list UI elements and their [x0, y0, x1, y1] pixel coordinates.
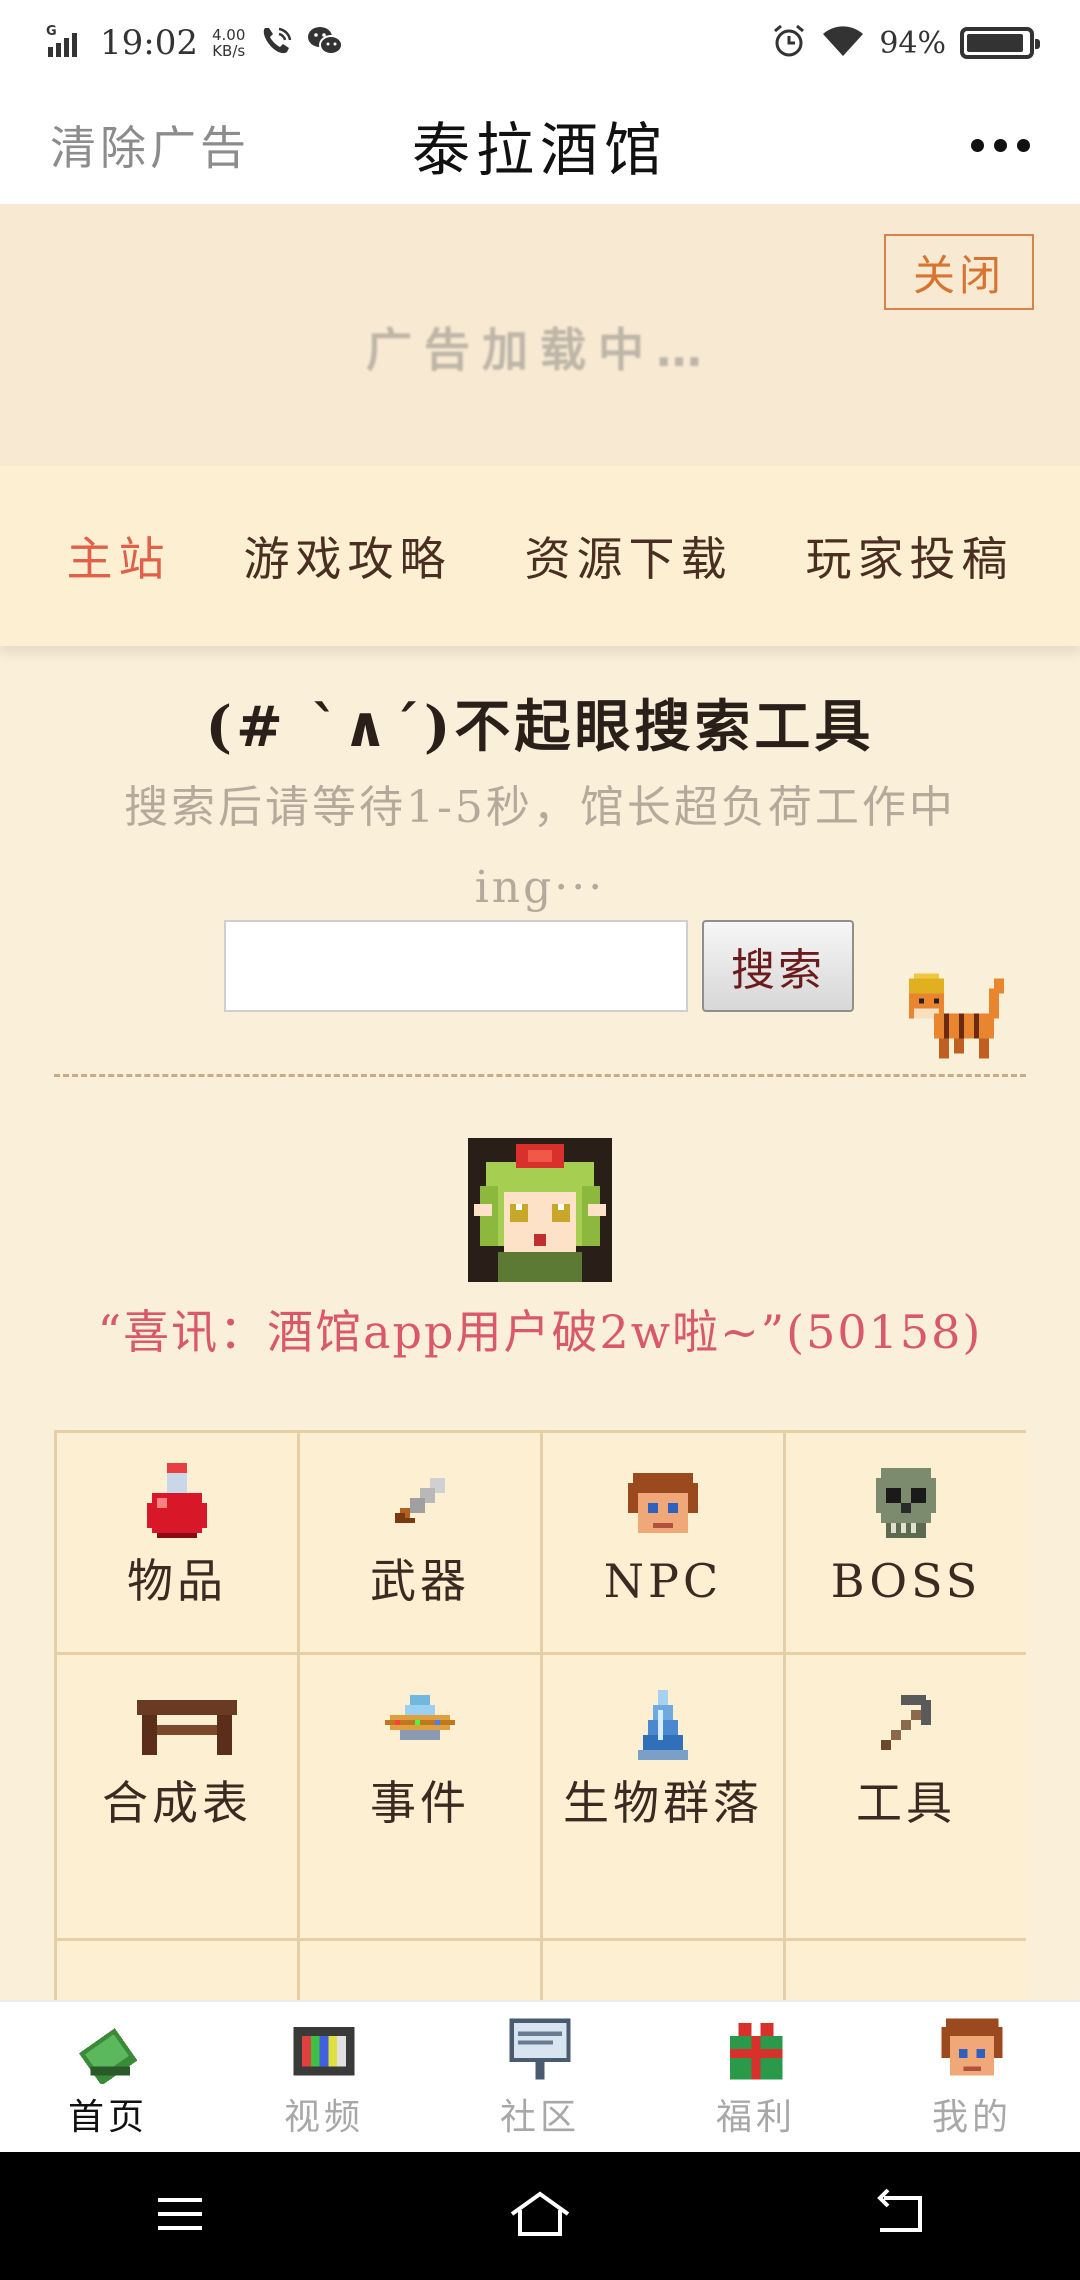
category-label: BOSS — [830, 1554, 982, 1608]
category-events[interactable]: 事件 — [300, 1655, 543, 1941]
tab-label: 社区 — [499, 2097, 580, 2138]
mascot-avatar-icon[interactable] — [468, 1138, 612, 1282]
tab-community[interactable]: 社区 — [450, 2014, 630, 2140]
tv-icon — [289, 2014, 359, 2084]
ad-close-button[interactable]: 关闭 — [884, 234, 1034, 310]
ad-banner: 关闭 广告加载中… — [0, 204, 1080, 466]
category-label: 物品 — [127, 1554, 227, 1608]
tab-label: 首页 — [67, 2097, 148, 2138]
category-more-2[interactable] — [300, 1941, 543, 2000]
clear-ads-button[interactable]: 清除广告 — [50, 112, 250, 178]
battery-fill — [967, 34, 1024, 52]
category-label: 生物群落 — [563, 1776, 763, 1830]
book-icon — [73, 2014, 143, 2086]
search-row: 搜索 — [224, 920, 854, 1012]
wechat-icon — [307, 25, 344, 61]
network-type-text: G — [46, 24, 57, 39]
workbench-icon — [137, 1685, 237, 1765]
category-label: NPC — [603, 1554, 723, 1608]
status-bar: G 19:02 4.00 KB/s 94% — [0, 0, 1080, 86]
category-more-1[interactable] — [57, 1941, 300, 2000]
profile-head-icon — [937, 2014, 1007, 2084]
npc-head-icon — [623, 1463, 703, 1543]
tab-welfare[interactable]: 福利 — [666, 2014, 846, 2140]
speed-unit: KB/s — [212, 42, 246, 60]
clock: 19:02 — [100, 23, 198, 63]
tab-profile[interactable]: 我的 — [882, 2014, 1062, 2140]
category-label: 工具 — [856, 1776, 956, 1830]
category-npc[interactable]: NPC — [543, 1433, 786, 1655]
menu-icon[interactable] — [144, 2184, 216, 2248]
more-dots-icon[interactable] — [971, 138, 1030, 152]
network-speed: 4.00 KB/s — [212, 27, 245, 59]
dashed-divider — [54, 1074, 1026, 1077]
category-items[interactable]: 物品 — [57, 1433, 300, 1655]
category-weapons[interactable]: 武器 — [300, 1433, 543, 1655]
tab-player-submissions[interactable]: 玩家投稿 — [806, 523, 1014, 589]
sword-icon — [380, 1463, 460, 1543]
crystal-icon — [623, 1685, 703, 1765]
category-label: 合成表 — [102, 1776, 252, 1830]
category-label: 武器 — [370, 1554, 470, 1608]
search-button[interactable]: 搜索 — [702, 920, 854, 1012]
pickaxe-icon — [866, 1685, 946, 1765]
category-boss[interactable]: BOSS — [786, 1433, 1026, 1655]
search-input[interactable] — [224, 920, 688, 1012]
tab-label: 视频 — [283, 2097, 364, 2138]
phone-wifi-icon — [259, 24, 293, 62]
bottom-tab-bar: 首页 视频 社区 福利 我的 — [0, 2000, 1080, 2152]
search-hint: 搜索后请等待1-5秒，馆长超负荷工作中ing··· — [124, 782, 956, 913]
home-icon[interactable] — [504, 2184, 576, 2248]
tab-resource-download[interactable]: 资源下载 — [525, 523, 733, 589]
tab-main-site[interactable]: 主站 — [67, 523, 171, 589]
tiger-mascot-icon — [904, 968, 1014, 1064]
status-left: G 19:02 4.00 KB/s — [46, 23, 344, 63]
news-announcement[interactable]: “喜讯：酒馆app用户破2w啦~”(50158) — [0, 1296, 1080, 1362]
category-crafting[interactable]: 合成表 — [57, 1655, 300, 1941]
search-title: (# `∧´)不起眼搜索工具 — [205, 694, 875, 760]
tab-video[interactable]: 视频 — [234, 2014, 414, 2140]
gift-icon — [721, 2014, 791, 2084]
potion-icon — [137, 1463, 217, 1543]
signal-icon: G — [46, 23, 86, 63]
category-more-3[interactable] — [543, 1941, 786, 2000]
tab-game-guides[interactable]: 游戏攻略 — [244, 523, 452, 589]
sign-board-icon — [505, 2014, 575, 2084]
wifi-icon — [821, 24, 865, 62]
battery-percent: 94% — [879, 25, 946, 61]
section-tabs: 主站 游戏攻略 资源下载 玩家投稿 — [0, 466, 1080, 646]
ad-loading-text: 广告加载中… — [366, 323, 714, 377]
category-biomes[interactable]: 生物群落 — [543, 1655, 786, 1941]
category-label: 事件 — [370, 1776, 470, 1830]
tab-label: 福利 — [715, 2097, 796, 2138]
alarm-icon — [771, 23, 807, 63]
category-grid: 物品 武器 NPC BOSS 合成表 事件 生物群落 工具 — [54, 1430, 1026, 2000]
battery-icon — [960, 27, 1040, 59]
ufo-icon — [380, 1685, 460, 1765]
tab-home[interactable]: 首页 — [18, 2014, 198, 2140]
status-right: 94% — [771, 23, 1040, 63]
skull-icon — [866, 1463, 946, 1543]
category-tools[interactable]: 工具 — [786, 1655, 1026, 1941]
tab-label: 我的 — [931, 2097, 1012, 2138]
back-icon[interactable] — [864, 2184, 936, 2248]
system-navigation-bar — [0, 2152, 1080, 2280]
category-more-4[interactable] — [786, 1941, 1026, 2000]
title-bar: 清除广告 泰拉酒馆 — [0, 86, 1080, 204]
